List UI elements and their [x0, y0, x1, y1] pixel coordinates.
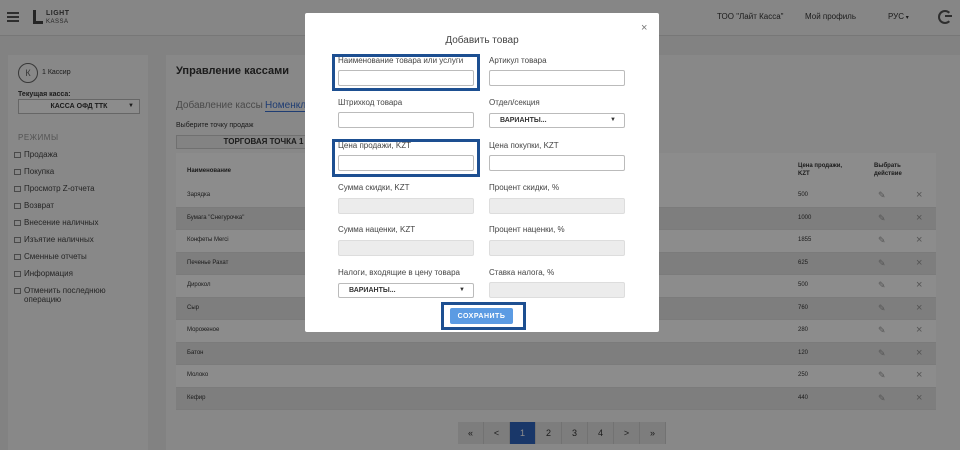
discount-percent-label: Процент скидки, % [489, 183, 560, 192]
markup-sum-input [338, 240, 474, 256]
purchase-price-label: Цена покупки, KZT [489, 141, 559, 150]
taxes-select-value: ВАРИАНТЫ... [349, 287, 396, 294]
modal-title: Добавить товар [445, 35, 519, 46]
close-icon[interactable]: × [641, 22, 647, 34]
tax-rate-label: Ставка налога, % [489, 268, 555, 277]
discount-percent-input [489, 198, 625, 214]
purchase-price-input[interactable] [489, 155, 625, 171]
department-select-value: ВАРИАНТЫ... [500, 117, 547, 124]
markup-sum-label: Сумма наценки, KZT [338, 225, 416, 234]
caret-down-icon: ▼ [610, 117, 616, 123]
article-label: Артикул товара [489, 56, 547, 65]
barcode-label: Штрихкод товара [338, 98, 403, 107]
markup-percent-label: Процент наценки, % [489, 225, 565, 234]
taxes-label: Налоги, входящие в цену товара [338, 268, 461, 277]
department-select[interactable]: ВАРИАНТЫ... ▼ [489, 113, 625, 128]
add-product-modal: Добавить товар × Наименование товара или… [305, 13, 659, 332]
taxes-select[interactable]: ВАРИАНТЫ... ▼ [338, 283, 474, 298]
caret-down-icon: ▼ [459, 287, 465, 293]
tax-rate-input [489, 282, 625, 298]
discount-sum-label: Сумма скидки, KZT [338, 183, 410, 192]
department-label: Отдел/секция [489, 98, 540, 107]
discount-sum-input [338, 198, 474, 214]
highlight-save-button [441, 302, 526, 330]
highlight-product-name [332, 54, 480, 91]
markup-percent-input [489, 240, 625, 256]
highlight-sale-price [332, 139, 480, 177]
article-input[interactable] [489, 70, 625, 86]
barcode-input[interactable] [338, 112, 474, 128]
